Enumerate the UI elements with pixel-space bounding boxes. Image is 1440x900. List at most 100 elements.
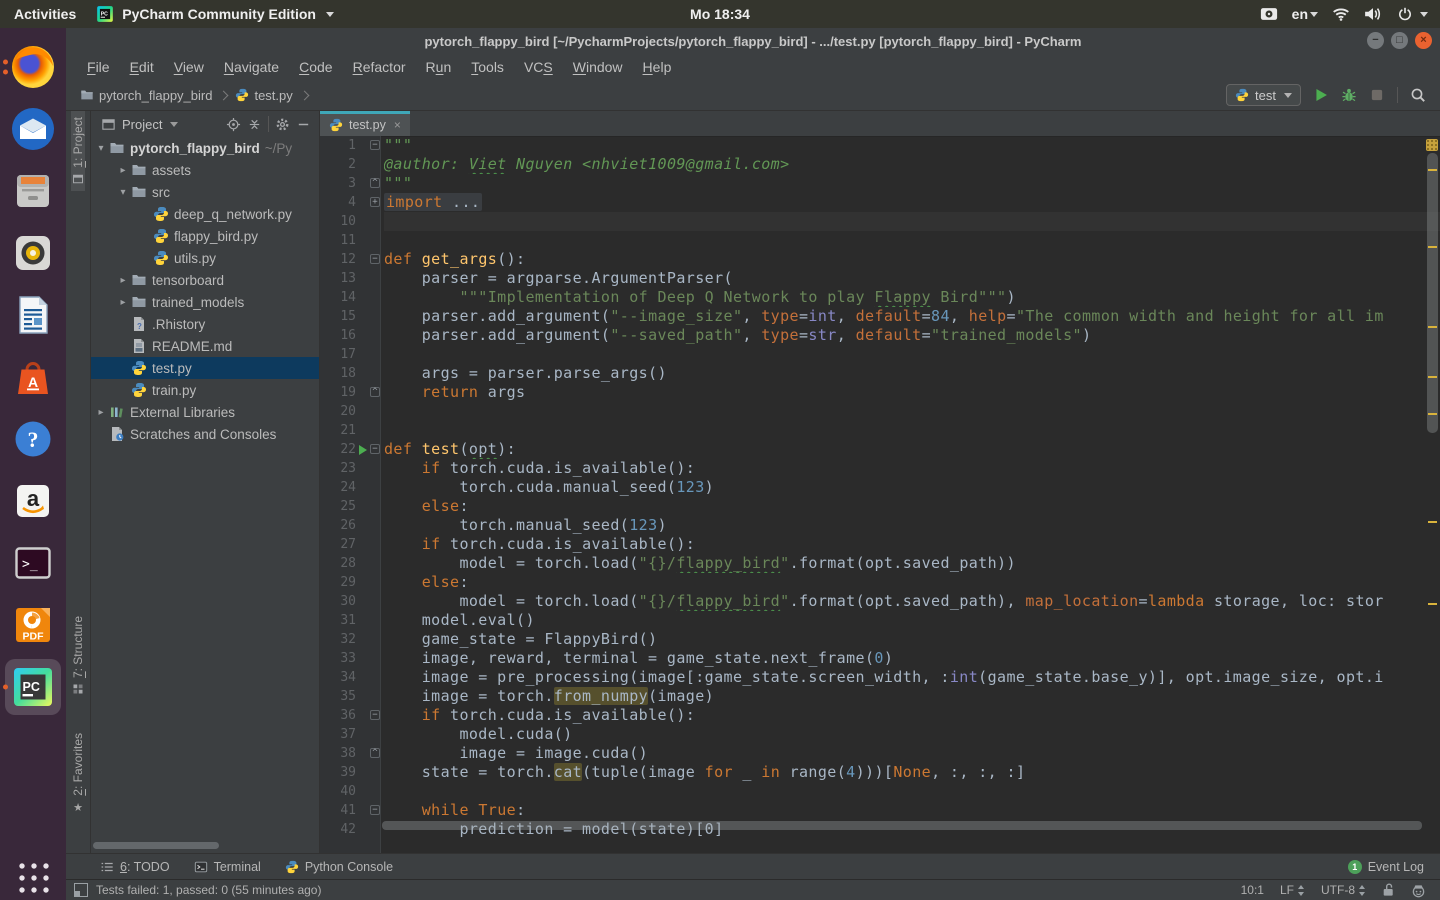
code-line-13[interactable]: 13 parser = argparse.ArgumentParser(	[320, 269, 1440, 288]
code-line-31[interactable]: 31 model.eval()	[320, 611, 1440, 630]
warning-stripe-mark[interactable]	[1428, 246, 1437, 248]
code-line-25[interactable]: 25 else:	[320, 497, 1440, 516]
maximize-button[interactable]: □	[1391, 32, 1408, 49]
code-line-40[interactable]: 40	[320, 782, 1440, 801]
tree-arrow-icon[interactable]: ▾	[93, 143, 109, 154]
debug-button[interactable]	[1341, 87, 1357, 103]
line-ending-select[interactable]: LF	[1280, 883, 1305, 897]
search-everywhere-icon[interactable]	[1410, 87, 1426, 103]
code-line-2[interactable]: 2 @author: Viet Nguyen <nhviet1009@gmail.…	[320, 155, 1440, 174]
todo-toolwindow-button[interactable]: 6: TODO	[88, 860, 182, 874]
warning-stripe-mark[interactable]	[1428, 413, 1437, 415]
menu-window[interactable]: Window	[564, 57, 632, 77]
terminal-toolwindow-button[interactable]: Terminal	[182, 860, 273, 874]
dock-item-rhythmbox[interactable]	[0, 222, 66, 284]
show-applications-button[interactable]	[16, 860, 50, 894]
tree-item--rhistory[interactable]: ? .Rhistory	[91, 313, 319, 335]
fold-marker-icon[interactable]: −	[370, 140, 380, 150]
code-line-19[interactable]: 19 ^ return args	[320, 383, 1440, 402]
dock-item-terminal[interactable]: >_	[0, 532, 66, 594]
inspection-indicator[interactable]	[1426, 139, 1438, 151]
tree-item-scratches-and-consoles[interactable]: Scratches and Consoles	[91, 423, 319, 445]
code-line-24[interactable]: 24 torch.cuda.manual_seed(123)	[320, 478, 1440, 497]
code-line-29[interactable]: 29 else:	[320, 573, 1440, 592]
keyboard-layout-indicator[interactable]: en	[1292, 6, 1318, 22]
gear-icon[interactable]	[275, 117, 290, 132]
run-button[interactable]	[1313, 87, 1329, 103]
menu-code[interactable]: Code	[290, 57, 341, 77]
fold-marker-icon[interactable]: ^	[370, 178, 380, 188]
fold-marker-icon[interactable]: −	[370, 254, 380, 264]
code-line-15[interactable]: 15 parser.add_argument("--image_size", t…	[320, 307, 1440, 326]
warning-stripe-mark[interactable]	[1428, 326, 1437, 328]
code-line-32[interactable]: 32 game_state = FlappyBird()	[320, 630, 1440, 649]
tree-arrow-icon[interactable]: ▸	[93, 407, 109, 418]
code-line-27[interactable]: 27 if torch.cuda.is_available():	[320, 535, 1440, 554]
code-line-37[interactable]: 37 model.cuda()	[320, 725, 1440, 744]
tree-item-utils-py[interactable]: utils.py	[91, 247, 319, 269]
fold-marker-icon[interactable]: −	[370, 444, 380, 454]
tree-arrow-icon[interactable]: ▸	[115, 165, 131, 176]
wifi-icon[interactable]	[1332, 7, 1350, 21]
code-line-41[interactable]: 41 − while True:	[320, 801, 1440, 820]
tree-item-external-libraries[interactable]: ▸ External Libraries	[91, 401, 319, 423]
code-line-16[interactable]: 16 parser.add_argument("--saved_path", t…	[320, 326, 1440, 345]
code-line-10[interactable]: 10	[320, 212, 1440, 231]
project-panel-title[interactable]: Project	[122, 117, 162, 132]
activities-button[interactable]: Activities	[14, 6, 76, 22]
tree-item-deep_q_network-py[interactable]: deep_q_network.py	[91, 203, 319, 225]
locate-file-icon[interactable]	[226, 117, 241, 132]
code-line-26[interactable]: 26 torch.manual_seed(123)	[320, 516, 1440, 535]
tree-item-trained_models[interactable]: ▸ trained_models	[91, 291, 319, 313]
code-line-17[interactable]: 17	[320, 345, 1440, 364]
app-menu[interactable]: PC PyCharm Community Edition	[96, 5, 334, 23]
code-line-34[interactable]: 34 image = pre_processing(image[:game_st…	[320, 668, 1440, 687]
menu-refactor[interactable]: Refactor	[344, 57, 415, 77]
code-line-35[interactable]: 35 image = torch.from_numpy(image)	[320, 687, 1440, 706]
tree-arrow-icon[interactable]: ▸	[115, 297, 131, 308]
tree-item-test-py[interactable]: test.py	[91, 357, 319, 379]
dock-item-software[interactable]: A	[0, 346, 66, 408]
code-line-1[interactable]: 1 − """	[320, 136, 1440, 155]
code-line-20[interactable]: 20	[320, 402, 1440, 421]
menu-vcs[interactable]: VCS	[515, 57, 562, 77]
tree-item-train-py[interactable]: train.py	[91, 379, 319, 401]
collapse-all-icon[interactable]	[247, 117, 262, 132]
code-line-18[interactable]: 18 args = parser.parse_args()	[320, 364, 1440, 383]
menu-tools[interactable]: Tools	[462, 57, 513, 77]
fold-marker-icon[interactable]: ^	[370, 387, 380, 397]
tree-arrow-icon[interactable]: ▾	[115, 187, 131, 198]
menu-navigate[interactable]: Navigate	[215, 57, 288, 77]
tree-item-src[interactable]: ▾ src	[91, 181, 319, 203]
tree-arrow-icon[interactable]: ▸	[115, 275, 131, 286]
breadcrumb-test.py[interactable]: test.py	[235, 88, 293, 103]
highlighting-level-icon[interactable]	[1411, 883, 1426, 898]
volume-icon[interactable]	[1364, 7, 1382, 21]
tree-item-tensorboard[interactable]: ▸ tensorboard	[91, 269, 319, 291]
warning-stripe-mark[interactable]	[1428, 376, 1437, 378]
toolwindow-button-2-favorites[interactable]: 2: Favorites ★	[71, 727, 85, 819]
dock-item-pycharm[interactable]: PC	[0, 656, 66, 718]
code-line-21[interactable]: 21	[320, 421, 1440, 440]
toolwindow-button-1-project[interactable]: 1: Project	[71, 111, 85, 191]
screencast-icon[interactable]	[1260, 7, 1278, 21]
project-horizontal-scrollbar[interactable]	[93, 842, 219, 849]
dock-item-help[interactable]: ?	[0, 408, 66, 470]
close-tab-icon[interactable]: ×	[394, 118, 401, 132]
warning-stripe-mark[interactable]	[1428, 521, 1437, 523]
editor-vertical-scrollbar[interactable]	[1427, 153, 1438, 433]
warning-stripe-mark[interactable]	[1428, 169, 1437, 171]
toolwindow-button-7-structure[interactable]: 7: Structure	[71, 610, 85, 701]
fold-marker-icon[interactable]: −	[370, 805, 380, 815]
menu-help[interactable]: Help	[634, 57, 681, 77]
dock-item-amazon[interactable]: a	[0, 470, 66, 532]
editor-horizontal-scrollbar[interactable]	[382, 821, 1422, 830]
code-line-23[interactable]: 23 if torch.cuda.is_available():	[320, 459, 1440, 478]
fold-marker-icon[interactable]: −	[370, 710, 380, 720]
code-line-14[interactable]: 14 """Implementation of Deep Q Network t…	[320, 288, 1440, 307]
warning-stripe-mark[interactable]	[1428, 603, 1437, 605]
breadcrumb-pytorch_flappy_bird[interactable]: pytorch_flappy_bird	[80, 88, 212, 103]
lock-icon[interactable]	[1382, 883, 1395, 897]
fold-marker-icon[interactable]: +	[370, 197, 380, 207]
tree-item-assets[interactable]: ▸ assets	[91, 159, 319, 181]
